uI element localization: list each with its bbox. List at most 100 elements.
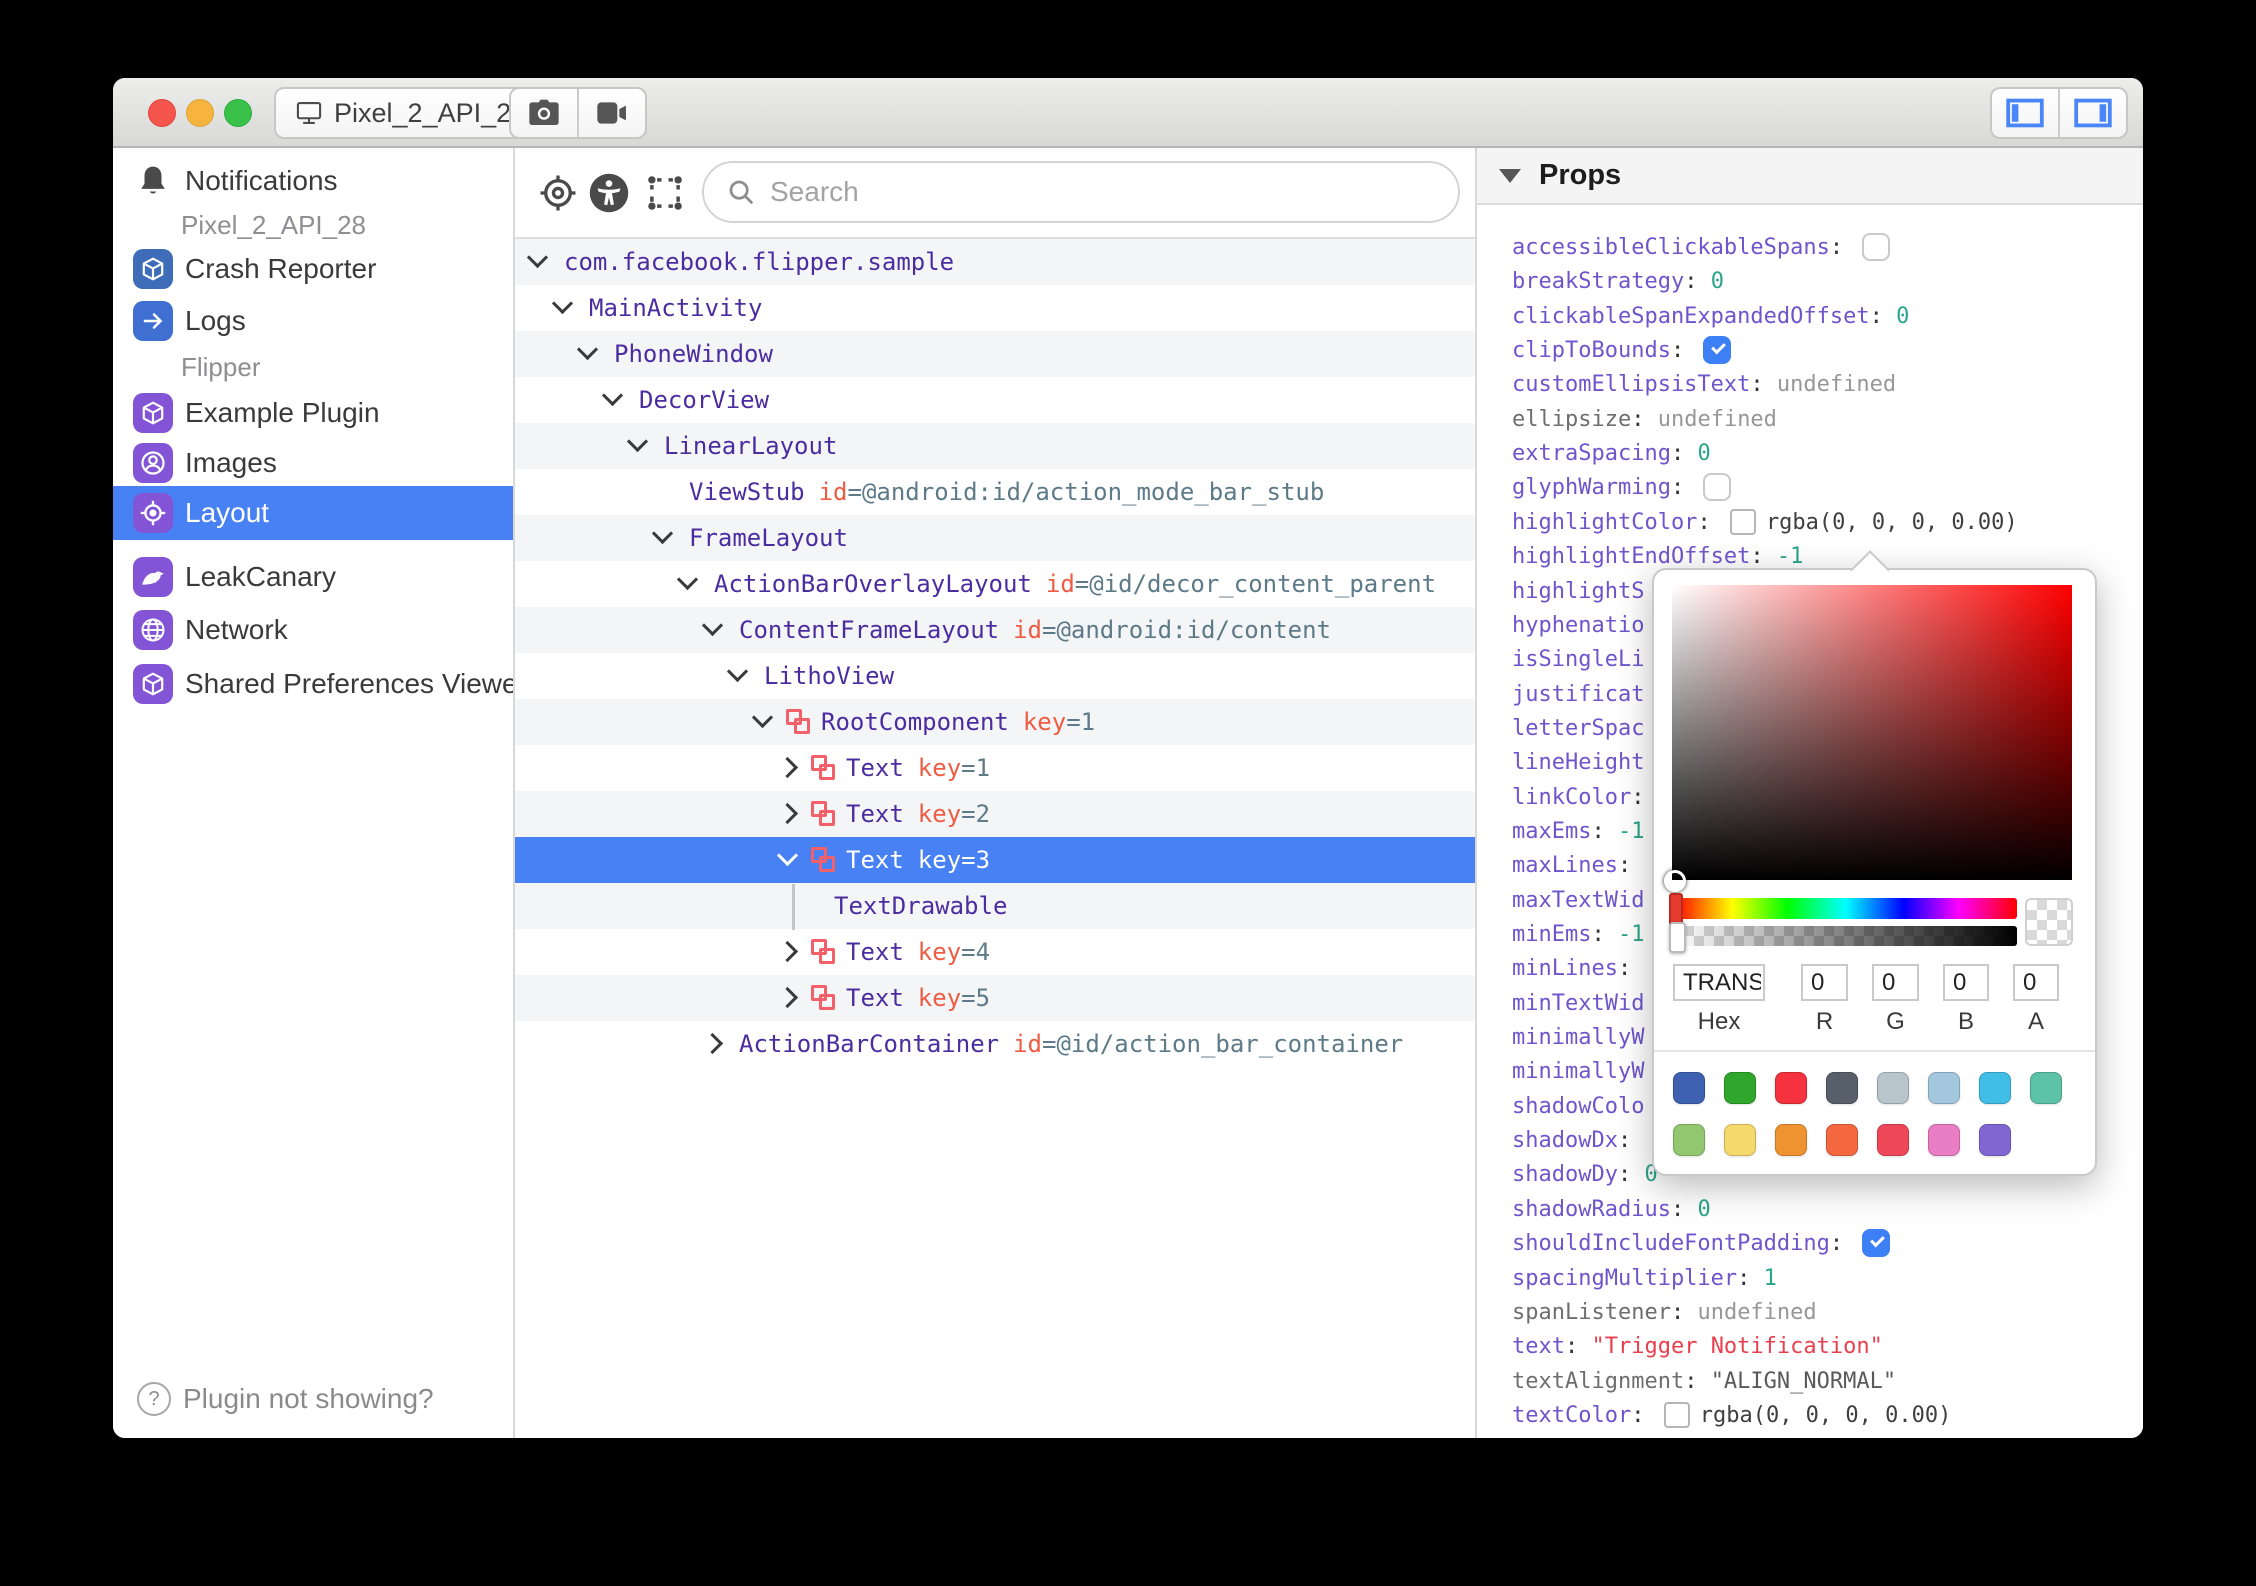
saturation-value-area[interactable] xyxy=(1672,585,2072,880)
tree-row[interactable]: DecorView xyxy=(515,377,1475,423)
sidebar-item-layout[interactable]: Layout xyxy=(113,486,513,540)
plugin-not-showing-link[interactable]: ? Plugin not showing? xyxy=(137,1382,434,1416)
checkbox-unchecked[interactable] xyxy=(1703,473,1732,502)
toggle-left-sidebar-button[interactable] xyxy=(1992,89,2058,137)
sidebar-section-device: Pixel_2_API_28 xyxy=(181,210,367,240)
sidebar-item-crash-reporter[interactable]: Crash Reporter xyxy=(113,242,513,296)
tree-row[interactable]: LinearLayout xyxy=(515,423,1475,469)
chevron-down-icon[interactable] xyxy=(601,378,635,424)
chevron-right-icon[interactable] xyxy=(701,1022,735,1068)
tree-row[interactable]: Text key=3 xyxy=(515,837,1475,883)
preset-color-swatch[interactable] xyxy=(1826,1124,1858,1156)
preset-color-swatch[interactable] xyxy=(1928,1124,1960,1156)
tree-row[interactable]: ContentFrameLayout id=@android:id/content xyxy=(515,607,1475,653)
chevron-down-icon[interactable] xyxy=(776,838,810,884)
select-element-icon[interactable] xyxy=(643,172,687,214)
preset-color-swatch[interactable] xyxy=(1673,1072,1705,1104)
screen-record-button[interactable] xyxy=(577,89,645,137)
checkbox-checked[interactable] xyxy=(1703,336,1732,365)
sidebar-item-leakcanary[interactable]: LeakCanary xyxy=(113,550,513,604)
chevron-right-icon[interactable] xyxy=(776,792,810,838)
hue-slider[interactable] xyxy=(1674,898,2017,919)
preset-color-swatch[interactable] xyxy=(1877,1072,1909,1104)
checkbox-unchecked[interactable] xyxy=(1862,233,1891,261)
tree-row[interactable]: PhoneWindow xyxy=(515,331,1475,377)
sidebar-item-network[interactable]: Network xyxy=(113,603,513,657)
device-selector-button[interactable]: Pixel_2_API_28 xyxy=(274,87,547,139)
alpha-slider-handle[interactable] xyxy=(1669,922,1686,953)
chevron-down-icon[interactable] xyxy=(751,700,785,746)
tree-row[interactable]: Text key=4 xyxy=(515,929,1475,975)
prop-key: clickableSpanExpandedOffset xyxy=(1512,303,1870,329)
green-input[interactable] xyxy=(1872,964,1919,1001)
preset-color-swatch[interactable] xyxy=(2030,1072,2062,1104)
chevron-right-icon[interactable] xyxy=(776,976,810,1022)
tree-node-attr-value: =2 xyxy=(961,800,991,828)
preset-color-swatch[interactable] xyxy=(1979,1124,2011,1156)
tree-row[interactable]: ActionBarOverlayLayout id=@id/decor_conte… xyxy=(515,561,1475,607)
red-input[interactable] xyxy=(1801,964,1848,1001)
tree-node-attr-name: key xyxy=(1022,708,1067,736)
accessibility-mode-icon[interactable] xyxy=(588,172,630,214)
preset-color-swatch[interactable] xyxy=(1979,1072,2011,1104)
sidebar-item-logs[interactable]: Logs xyxy=(113,294,513,348)
preset-color-swatch[interactable] xyxy=(1775,1072,1807,1104)
chevron-down-icon[interactable] xyxy=(526,240,560,286)
layout-inspector-panel: com.facebook.flipper.sample MainActivity P… xyxy=(515,148,1475,1438)
target-mode-icon[interactable] xyxy=(537,172,579,214)
preset-color-swatch[interactable] xyxy=(1877,1124,1909,1156)
tree-row[interactable]: Text key=5 xyxy=(515,975,1475,1021)
chevron-right-icon[interactable] xyxy=(776,930,810,976)
preset-color-swatch[interactable] xyxy=(1724,1072,1756,1104)
prop-key: letterSpac xyxy=(1512,715,1645,741)
chevron-down-icon[interactable] xyxy=(651,516,685,562)
sidebar-section-flipper: Flipper xyxy=(181,352,261,382)
tree-row[interactable]: RootComponent key=1 xyxy=(515,699,1475,745)
alpha-input[interactable] xyxy=(2013,964,2059,1001)
prop-key: minimallyW xyxy=(1512,1059,1645,1085)
chevron-down-icon[interactable] xyxy=(576,332,610,378)
toggle-right-sidebar-button[interactable] xyxy=(2058,89,2126,137)
alpha-slider[interactable] xyxy=(1674,926,2017,946)
chevron-down-icon[interactable] xyxy=(701,608,735,654)
hex-input[interactable] xyxy=(1673,964,1765,1001)
chevron-right-icon[interactable] xyxy=(776,746,810,792)
preset-color-swatch[interactable] xyxy=(1775,1124,1807,1156)
screenshot-button[interactable] xyxy=(511,89,577,137)
chevron-down-icon[interactable] xyxy=(551,286,585,332)
saturation-value-handle[interactable] xyxy=(1664,870,1686,892)
tree-row[interactable]: ViewStub id=@android:id/action_mode_bar_s… xyxy=(515,469,1475,515)
sidebar-item-shared-preferences[interactable]: Shared Preferences Viewer xyxy=(113,657,513,711)
minimize-window-button[interactable] xyxy=(186,99,214,127)
blue-input[interactable] xyxy=(1943,964,1989,1001)
preset-color-swatch[interactable] xyxy=(1724,1124,1756,1156)
tree-row[interactable]: com.facebook.flipper.sample xyxy=(515,239,1475,285)
checkbox-checked[interactable] xyxy=(1862,1229,1891,1258)
zoom-window-button[interactable] xyxy=(224,99,252,127)
color-value-swatch[interactable] xyxy=(1663,1401,1690,1428)
preset-color-swatch[interactable] xyxy=(1673,1124,1705,1156)
chevron-down-icon[interactable] xyxy=(676,562,710,608)
preset-color-swatch[interactable] xyxy=(1826,1072,1858,1104)
tree-node-name: ContentFrameLayout xyxy=(739,616,1000,644)
color-value-swatch[interactable] xyxy=(1729,508,1756,535)
tree-row[interactable]: Text key=1 xyxy=(515,745,1475,791)
tree-row[interactable]: TextDrawable xyxy=(515,883,1475,930)
tree-row[interactable]: Text key=2 xyxy=(515,791,1475,837)
tree-row[interactable]: MainActivity xyxy=(515,285,1475,331)
prop-key: minimallyW xyxy=(1512,1025,1645,1051)
tree-row[interactable]: ActionBarContainer id=@id/action_bar_cont… xyxy=(515,1021,1475,1067)
close-window-button[interactable] xyxy=(148,99,176,127)
search-input[interactable] xyxy=(768,165,1442,219)
props-section-header[interactable]: Props xyxy=(1477,148,2143,205)
chevron-down-icon[interactable] xyxy=(626,424,660,470)
preset-color-swatch[interactable] xyxy=(1928,1072,1960,1104)
sidebar-item-images[interactable]: Images xyxy=(113,436,513,490)
footer-label: Plugin not showing? xyxy=(183,1383,434,1414)
chevron-down-icon[interactable] xyxy=(726,654,760,700)
prop-value: -1 xyxy=(1776,544,1804,570)
tree-row[interactable]: LithoView xyxy=(515,653,1475,699)
sidebar-item-notifications[interactable]: Notifications xyxy=(113,154,513,208)
tree-row[interactable]: FrameLayout xyxy=(515,515,1475,561)
sidebar-item-example-plugin[interactable]: Example Plugin xyxy=(113,386,513,440)
